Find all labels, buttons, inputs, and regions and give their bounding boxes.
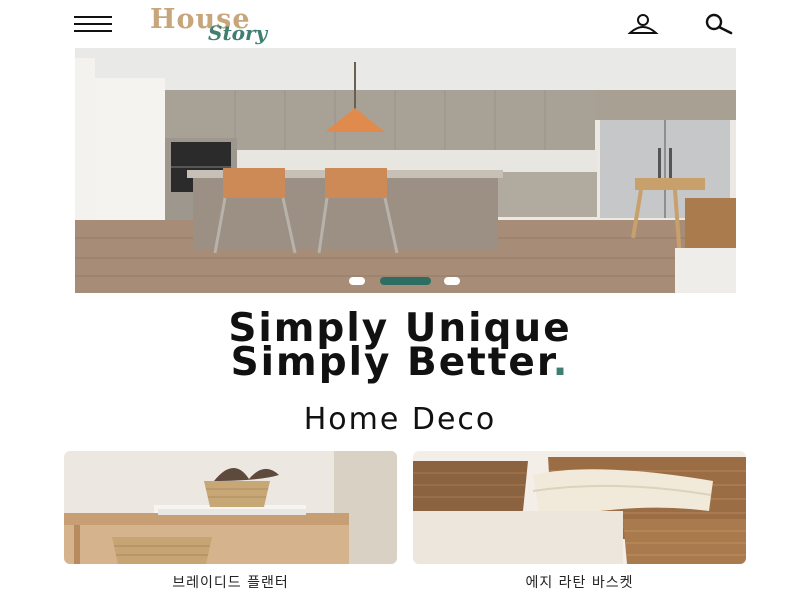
- hero-banner-image[interactable]: [75, 48, 736, 293]
- user-icon[interactable]: [626, 12, 660, 36]
- product-name[interactable]: 에지 라탄 바스켓: [413, 572, 746, 592]
- app-header: House Story: [0, 0, 800, 48]
- carousel-indicators: [0, 275, 800, 287]
- hero-headline: Simply Unique Simply Better.: [0, 309, 800, 382]
- product-card[interactable]: 브레이디드 플랜터: [64, 451, 397, 600]
- product-name[interactable]: 브레이디드 플랜터: [64, 572, 397, 592]
- carousel-dot-1[interactable]: [349, 277, 365, 285]
- section-title: Home Deco: [303, 402, 497, 437]
- hamburger-menu-icon[interactable]: [74, 14, 112, 34]
- logo-word-bottom: Story: [208, 21, 268, 45]
- product-card[interactable]: 에지 라탄 바스켓: [413, 451, 746, 600]
- carousel-dot-2-active[interactable]: [380, 277, 431, 285]
- carousel-dot-3[interactable]: [444, 277, 460, 285]
- product-image[interactable]: [413, 451, 746, 564]
- headline-line-2: Simply Better: [230, 340, 553, 385]
- search-icon[interactable]: [700, 12, 736, 36]
- brand-logo[interactable]: House Story: [148, 4, 308, 45]
- product-image[interactable]: [64, 451, 397, 564]
- headline-accent: .: [552, 340, 570, 385]
